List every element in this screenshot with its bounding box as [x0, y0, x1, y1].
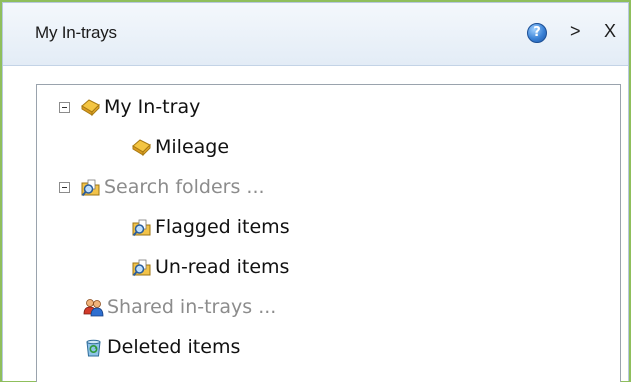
search-folder-icon: [132, 259, 151, 276]
tree-item-label: Un-read items: [155, 256, 290, 278]
close-button[interactable]: X: [604, 21, 616, 42]
in-trays-panel: My In-trays ? > X My In-tray Mileage Sea…: [2, 2, 629, 382]
tray-icon: [81, 98, 100, 116]
shared-users-icon: [83, 298, 104, 316]
search-folder-icon: [132, 219, 151, 236]
search-folder-icon: [81, 179, 100, 196]
tree-item-deleted-items[interactable]: Deleted items: [83, 332, 240, 362]
tree-item-label: Flagged items: [155, 216, 290, 238]
collapse-toggle[interactable]: [59, 181, 70, 193]
collapse-button[interactable]: >: [570, 21, 581, 42]
help-icon[interactable]: ?: [527, 23, 547, 43]
folder-tree: My In-tray Mileage Search folders ... Fl…: [36, 84, 621, 382]
tree-item-mileage[interactable]: Mileage: [131, 132, 229, 162]
tray-icon: [132, 138, 151, 156]
panel-title: My In-trays: [35, 23, 117, 42]
tree-item-label: Shared in-trays ...: [107, 296, 277, 318]
tree-item-flagged-items[interactable]: Flagged items: [131, 212, 290, 242]
panel-header: My In-trays ? > X: [3, 3, 628, 66]
tree-item-unread-items[interactable]: Un-read items: [131, 252, 289, 282]
tree-item-label: Search folders ...: [104, 176, 265, 198]
tree-item-label: My In-tray: [104, 96, 201, 118]
tree-item-label: Mileage: [155, 136, 230, 158]
tree-item-my-in-tray[interactable]: My In-tray: [59, 92, 200, 122]
collapse-toggle[interactable]: [59, 101, 70, 113]
tree-item-label: Deleted items: [107, 336, 241, 358]
recycle-bin-icon: [86, 339, 101, 356]
tree-item-shared-in-trays[interactable]: Shared in-trays ...: [83, 292, 276, 322]
tree-item-search-folders[interactable]: Search folders ...: [59, 172, 265, 202]
